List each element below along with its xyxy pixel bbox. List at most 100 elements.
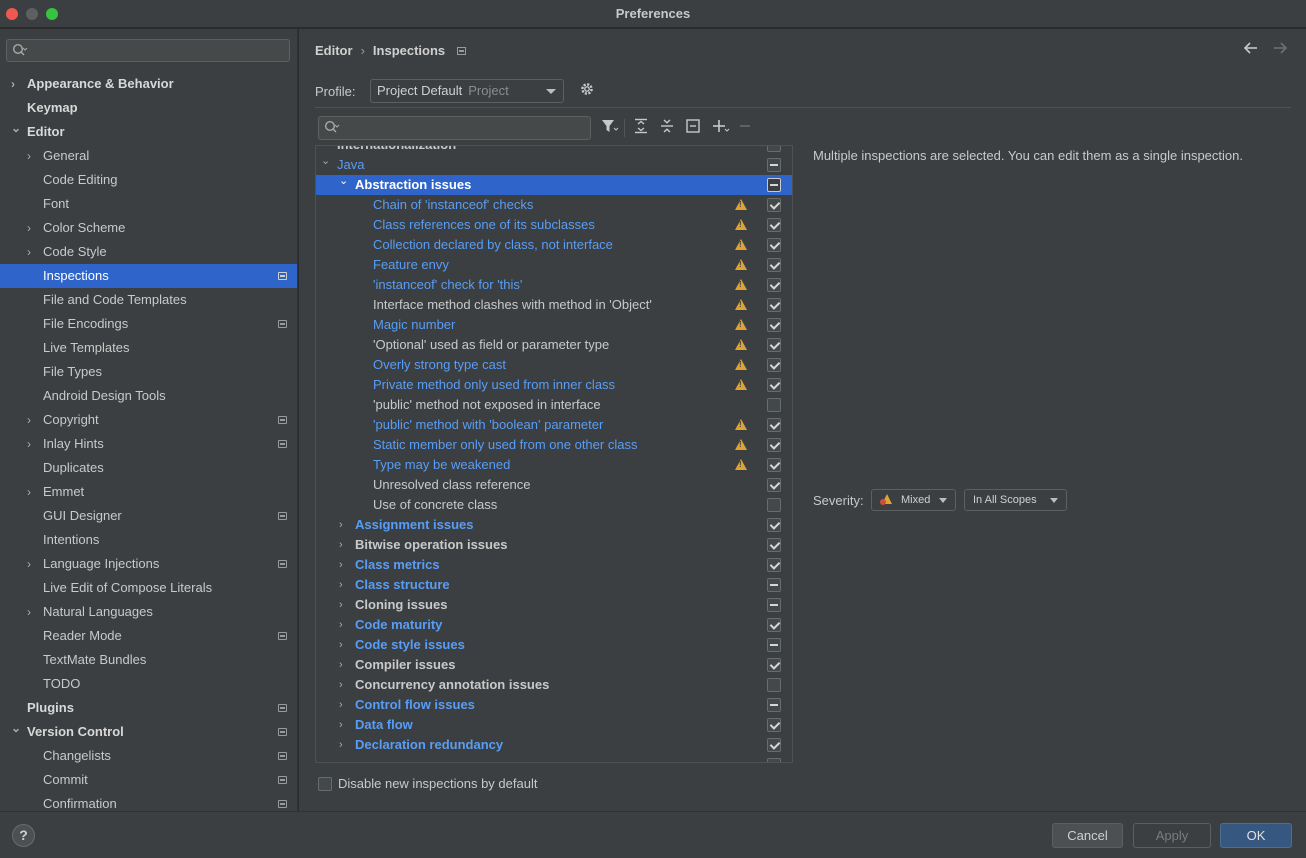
checkbox[interactable] xyxy=(767,298,781,312)
inspection-group-row[interactable]: › Control flow issues xyxy=(316,695,792,715)
chevron-right-icon[interactable]: › xyxy=(339,575,351,595)
chevron-right-icon[interactable]: › xyxy=(27,216,39,240)
inspection-tree[interactable]: Internationalization⌄Java⌄Abstraction is… xyxy=(315,145,793,763)
chevron-right-icon[interactable]: › xyxy=(339,555,351,575)
collapse-all-icon[interactable] xyxy=(660,118,674,138)
add-icon[interactable] xyxy=(712,118,730,138)
checkbox[interactable] xyxy=(767,338,781,352)
settings-search-input[interactable] xyxy=(6,39,290,62)
chevron-right-icon[interactable]: › xyxy=(339,535,351,555)
checkbox[interactable] xyxy=(767,718,781,732)
checkbox[interactable] xyxy=(767,158,781,172)
chevron-right-icon[interactable]: › xyxy=(27,408,39,432)
checkbox[interactable] xyxy=(767,498,781,512)
inspection-group-row[interactable]: › Class structure xyxy=(316,575,792,595)
inspection-row[interactable]: Interface method clashes with method in … xyxy=(316,295,792,315)
remove-icon[interactable] xyxy=(739,118,751,138)
sidebar-item-gui-designer[interactable]: GUI Designer xyxy=(0,504,297,528)
checkbox[interactable] xyxy=(767,538,781,552)
checkbox[interactable] xyxy=(767,238,781,252)
inspection-row[interactable]: Static member only used from one other c… xyxy=(316,435,792,455)
inspection-group-row[interactable]: › Compiler issues xyxy=(316,655,792,675)
sidebar-item-emmet[interactable]: › Emmet xyxy=(0,480,297,504)
breadcrumb-editor[interactable]: Editor xyxy=(315,43,353,58)
checkbox[interactable] xyxy=(767,598,781,612)
sidebar-item-code-editing[interactable]: Code Editing xyxy=(0,168,297,192)
sidebar-item-file-and-code-templates[interactable]: File and Code Templates xyxy=(0,288,297,312)
checkbox[interactable] xyxy=(767,518,781,532)
chevron-right-icon[interactable]: › xyxy=(339,735,351,755)
checkbox[interactable] xyxy=(767,198,781,212)
sidebar-item-plugins[interactable]: Plugins xyxy=(0,696,297,720)
severity-dropdown[interactable]: Mixed xyxy=(871,489,956,511)
inspection-group-row[interactable]: › Data flow xyxy=(316,715,792,735)
chevron-right-icon[interactable]: › xyxy=(27,432,39,456)
sidebar-item-commit[interactable]: Commit xyxy=(0,768,297,792)
sidebar-item-font[interactable]: Font xyxy=(0,192,297,216)
chevron-right-icon[interactable]: › xyxy=(339,515,351,535)
sidebar-item-inlay-hints[interactable]: › Inlay Hints xyxy=(0,432,297,456)
checkbox[interactable] xyxy=(767,738,781,752)
inspection-row[interactable]: 'Optional' used as field or parameter ty… xyxy=(316,335,792,355)
help-button[interactable]: ? xyxy=(12,824,35,847)
sidebar-item-changelists[interactable]: Changelists xyxy=(0,744,297,768)
chevron-down-icon[interactable]: ⌄ xyxy=(11,716,23,740)
checkbox[interactable] xyxy=(767,178,781,192)
sidebar-item-android-design-tools[interactable]: Android Design Tools xyxy=(0,384,297,408)
inspection-row[interactable]: Magic number xyxy=(316,315,792,335)
checkbox[interactable] xyxy=(767,678,781,692)
ok-button[interactable]: OK xyxy=(1220,823,1292,848)
inspection-search-input[interactable] xyxy=(318,116,591,140)
checkbox[interactable] xyxy=(767,318,781,332)
chevron-right-icon[interactable]: › xyxy=(27,144,39,168)
checkbox[interactable] xyxy=(767,378,781,392)
filter-icon[interactable] xyxy=(601,118,619,138)
checkbox[interactable] xyxy=(767,438,781,452)
sidebar-item-live-templates[interactable]: Live Templates xyxy=(0,336,297,360)
sidebar-item-reader-mode[interactable]: Reader Mode xyxy=(0,624,297,648)
inspection-row[interactable]: Class references one of its subclasses xyxy=(316,215,792,235)
expand-all-icon[interactable] xyxy=(634,118,648,138)
sidebar-item-file-encodings[interactable]: File Encodings xyxy=(0,312,297,336)
inspection-row[interactable]: Use of concrete class xyxy=(316,495,792,515)
inspection-row[interactable]: Type may be weakened xyxy=(316,455,792,475)
checkbox[interactable] xyxy=(767,578,781,592)
sidebar-item-natural-languages[interactable]: › Natural Languages xyxy=(0,600,297,624)
gear-icon[interactable] xyxy=(579,81,595,102)
inspection-row[interactable]: Private method only used from inner clas… xyxy=(316,375,792,395)
sidebar-item-appearance-behavior[interactable]: › Appearance & Behavior xyxy=(0,72,297,96)
sidebar-item-version-control[interactable]: ⌄ Version Control xyxy=(0,720,297,744)
checkbox[interactable] xyxy=(767,358,781,372)
sidebar-item-textmate-bundles[interactable]: TextMate Bundles xyxy=(0,648,297,672)
chevron-right-icon[interactable]: › xyxy=(27,600,39,624)
scope-dropdown[interactable]: In All Scopes xyxy=(964,489,1067,511)
profile-dropdown[interactable]: Project Default Project xyxy=(370,79,564,103)
chevron-right-icon[interactable]: › xyxy=(27,480,39,504)
checkbox[interactable] xyxy=(767,638,781,652)
arrow-right-icon[interactable] xyxy=(1272,41,1288,60)
sidebar-item-general[interactable]: › General xyxy=(0,144,297,168)
apply-button[interactable]: Apply xyxy=(1133,823,1211,848)
chevron-right-icon[interactable]: › xyxy=(11,72,23,96)
cancel-button[interactable]: Cancel xyxy=(1052,823,1123,848)
inspection-group-row[interactable]: ⌄ Java xyxy=(316,155,792,175)
inspection-row[interactable]: 'public' method with 'boolean' parameter xyxy=(316,415,792,435)
checkbox[interactable] xyxy=(767,146,781,152)
inspection-group-row[interactable]: › Class metrics xyxy=(316,555,792,575)
sidebar-item-color-scheme[interactable]: › Color Scheme xyxy=(0,216,297,240)
inspection-row[interactable]: Unresolved class reference xyxy=(316,475,792,495)
chevron-right-icon[interactable]: › xyxy=(339,615,351,635)
chevron-right-icon[interactable]: › xyxy=(339,595,351,615)
chevron-right-icon[interactable]: › xyxy=(27,552,39,576)
chevron-right-icon[interactable]: › xyxy=(339,695,351,715)
checkbox[interactable] xyxy=(767,398,781,412)
sidebar-item-confirmation[interactable]: Confirmation xyxy=(0,792,297,811)
inspection-group-row[interactable]: › Assignment issues xyxy=(316,515,792,535)
sidebar-item-intentions[interactable]: Intentions xyxy=(0,528,297,552)
sidebar-item-code-style[interactable]: › Code Style xyxy=(0,240,297,264)
inspection-group-row[interactable]: ⌄ Abstraction issues xyxy=(316,175,792,195)
inspection-group-row[interactable]: › Code maturity xyxy=(316,615,792,635)
arrow-left-icon[interactable] xyxy=(1243,41,1259,60)
chevron-down-icon[interactable]: ⌄ xyxy=(321,151,333,171)
sidebar-item-todo[interactable]: TODO xyxy=(0,672,297,696)
